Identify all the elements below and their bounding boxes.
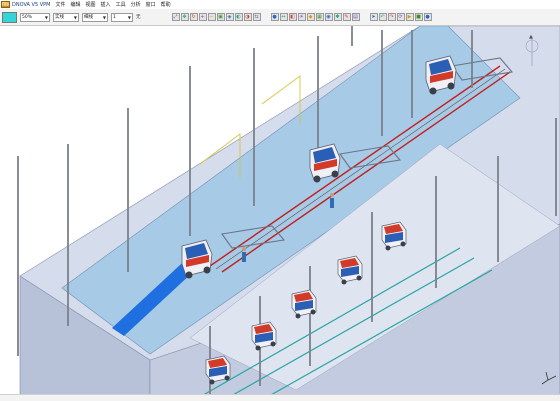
chevron-down-icon: ▼	[102, 14, 106, 20]
palette-icon[interactable]: ●	[270, 13, 279, 21]
chevron-down-icon: ▼	[44, 14, 48, 20]
linetype-value: 实线	[55, 15, 64, 20]
worker-figure	[330, 198, 334, 208]
3d-viewport[interactable]: ▲	[0, 26, 560, 400]
wheel	[356, 275, 362, 281]
chevron-down-icon: ▼	[73, 14, 77, 20]
factory-layout-scene[interactable]: ▲	[0, 26, 560, 400]
zoom-value: 50%	[22, 14, 33, 20]
truck-cab	[181, 239, 213, 279]
wheel	[447, 82, 455, 90]
normal-view-icon[interactable]: ▣	[216, 13, 225, 21]
chevron-down-icon: ▼	[127, 14, 131, 20]
view-toolbar: ⤢ ✥ ↻ + − ▣ ◈ ◐ ◑ ⇆	[171, 13, 261, 21]
rotate-icon[interactable]: ↻	[189, 13, 198, 21]
app-logo-icon[interactable]: File	[1, 1, 10, 8]
hide-show-icon[interactable]: ◑	[243, 13, 252, 21]
wheel	[209, 379, 215, 385]
render-toolbar: ● ↔ ◧ ☀ ◆ ▦ ◉ ✱ ✎ ▤	[270, 13, 360, 21]
wheel	[331, 170, 339, 178]
texture-icon[interactable]: ▦	[315, 13, 324, 21]
select-arrow-icon[interactable]: ➤	[369, 13, 378, 21]
truck-cab	[425, 55, 457, 95]
wheel	[310, 309, 316, 315]
wheel	[203, 266, 211, 274]
swap-space-icon[interactable]: ⇆	[252, 13, 261, 21]
graphic-properties-toolbar: 50% ▼ 实线 ▼ 细线 ▼ 1 ▼ 无 ⤢ ✥ ↻ + − ▣ ◈ ◐ ◑ ⇆ ● ↔ ◧ ☀ ◆ ▦ ◉ ✱ ✎ ▤ …	[0, 9, 560, 26]
redo-icon[interactable]: ↷	[387, 13, 396, 21]
wheel	[255, 345, 261, 351]
camera-icon[interactable]: ◉	[324, 13, 333, 21]
light-icon[interactable]: ☀	[297, 13, 306, 21]
fit-all-icon[interactable]: ⤢	[171, 13, 180, 21]
render-shading-icon[interactable]: ◐	[234, 13, 243, 21]
app-title: DNOVA V5 VPM	[12, 1, 51, 8]
worker-head	[330, 193, 334, 197]
layer-label: 无	[136, 15, 141, 20]
wheel	[341, 279, 347, 285]
zoom-out-icon[interactable]: −	[207, 13, 216, 21]
wheel	[313, 175, 321, 183]
material-icon[interactable]: ◆	[306, 13, 315, 21]
grid-icon[interactable]: ▤	[351, 13, 360, 21]
wheel	[429, 87, 437, 95]
measure-icon[interactable]: ↔	[279, 13, 288, 21]
wheel	[385, 245, 391, 251]
wheel	[400, 241, 406, 247]
navigation-toolbar: ➤ ↶ ↷ ⟳ ▶ ■ ●	[369, 13, 432, 21]
pan-icon[interactable]: ✥	[180, 13, 189, 21]
record-icon[interactable]: ●	[423, 13, 432, 21]
stop-icon[interactable]: ■	[414, 13, 423, 21]
play-icon[interactable]: ▶	[405, 13, 414, 21]
menu-window[interactable]: 窗口	[146, 1, 156, 8]
menu-tools[interactable]: 工具	[116, 1, 126, 8]
layer-combo[interactable]: 1 ▼	[111, 12, 133, 22]
clash-icon[interactable]: ✱	[333, 13, 342, 21]
compass-z-glyph: ▲	[529, 34, 533, 40]
wheel	[185, 271, 193, 279]
worker-head	[242, 247, 246, 251]
annotation-icon[interactable]: ✎	[342, 13, 351, 21]
worker-figure	[242, 252, 246, 262]
title-bar: File DNOVA V5 VPM 文件 编辑 视图 插入 工具 分析 窗口 帮…	[0, 0, 560, 9]
menu-analyze[interactable]: 分析	[131, 1, 141, 8]
wheel	[224, 375, 230, 381]
thickness-combo[interactable]: 细线 ▼	[82, 12, 108, 22]
truck-cab	[309, 143, 341, 183]
fill-color-swatch[interactable]	[2, 11, 17, 23]
zoom-combo[interactable]: 50% ▼	[20, 12, 50, 22]
iso-view-icon[interactable]: ◈	[225, 13, 234, 21]
menu-insert[interactable]: 插入	[101, 1, 111, 8]
wheel	[270, 341, 276, 347]
section-icon[interactable]: ◧	[288, 13, 297, 21]
menu-help[interactable]: 帮助	[161, 1, 171, 8]
undo-icon[interactable]: ↶	[378, 13, 387, 21]
linetype-combo[interactable]: 实线 ▼	[53, 12, 79, 22]
thickness-value: 细线	[84, 15, 93, 20]
menu-view[interactable]: 视图	[86, 1, 96, 8]
menu-file[interactable]: 文件	[56, 1, 66, 8]
zoom-in-icon[interactable]: +	[198, 13, 207, 21]
refresh-icon[interactable]: ⟳	[396, 13, 405, 21]
menu-edit[interactable]: 编辑	[71, 1, 81, 8]
wheel	[295, 313, 301, 319]
layer-value: 1	[113, 14, 116, 20]
